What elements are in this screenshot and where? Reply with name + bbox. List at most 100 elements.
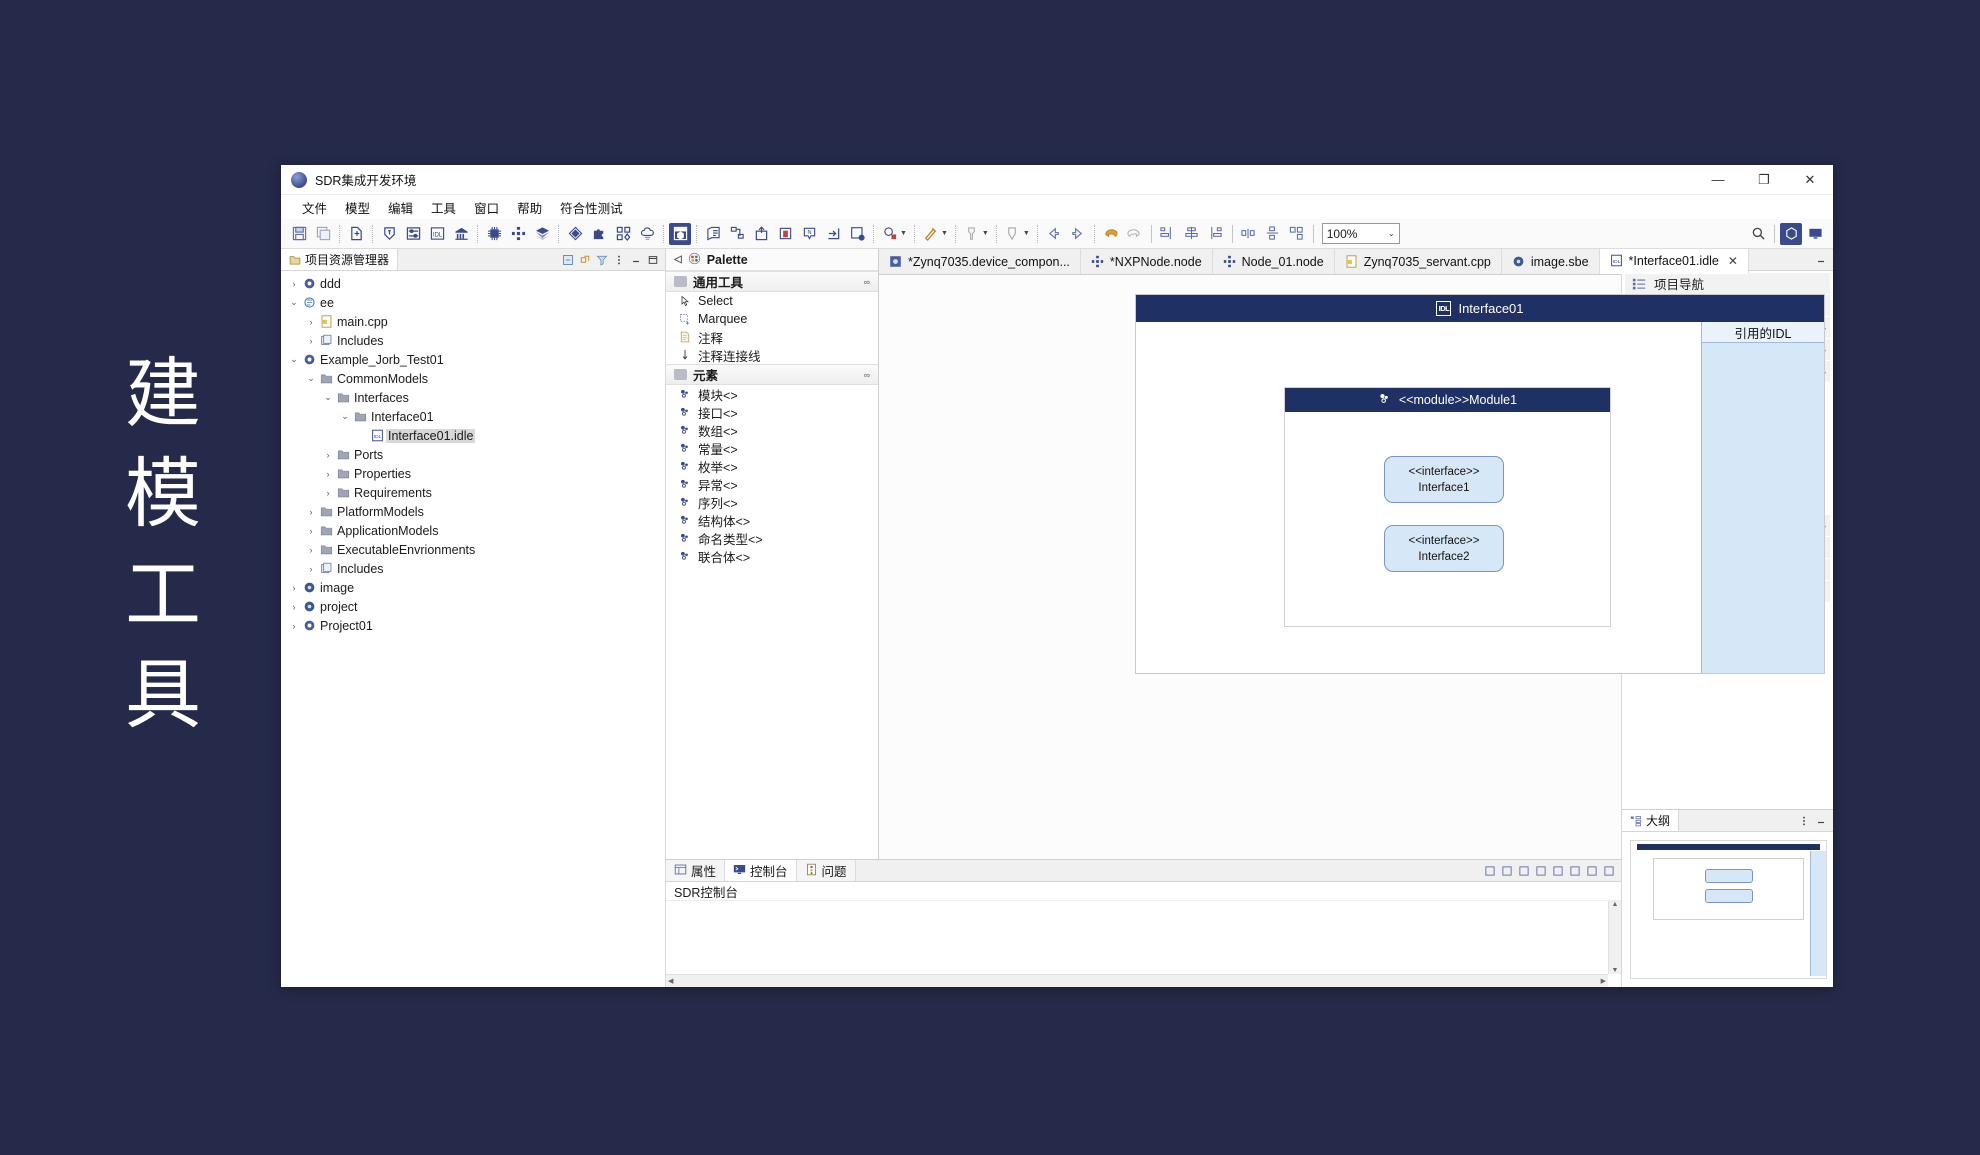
cloud-icon[interactable] — [636, 223, 658, 245]
minimize-button[interactable]: — — [1695, 165, 1741, 195]
palette-item-序列sequence[interactable]: 序列<> — [666, 493, 878, 511]
requirement-icon[interactable] — [378, 223, 400, 245]
align-center-icon[interactable] — [1181, 223, 1203, 245]
referenced-idl-panel[interactable]: 引用的IDL — [1701, 322, 1824, 673]
minimize-icon[interactable] — [1815, 815, 1827, 827]
back-icon[interactable] — [1043, 223, 1065, 245]
palette-item-命名类型typedef[interactable]: 命名类型<> — [666, 529, 878, 547]
chevron-right-icon[interactable]: › — [287, 602, 301, 612]
tree-item-properties[interactable]: ›Properties — [281, 464, 665, 483]
align-left-icon[interactable] — [1157, 223, 1179, 245]
profiler-icon[interactable] — [961, 223, 983, 245]
outline-thumbnail[interactable] — [1622, 832, 1833, 987]
node-n-icon[interactable]: N — [798, 223, 820, 245]
minimize-icon[interactable] — [630, 254, 642, 266]
palette-item-select[interactable]: Select — [666, 292, 878, 310]
save-icon[interactable] — [288, 223, 310, 245]
palette-item-异常exception[interactable]: 异常<> — [666, 475, 878, 493]
clear-console-icon[interactable] — [1484, 865, 1496, 877]
port-icon[interactable] — [450, 223, 472, 245]
perspective-icon[interactable] — [1002, 223, 1024, 245]
chevron-right-icon[interactable]: › — [321, 488, 335, 498]
interface-diagram-canvas[interactable]: IDL Interface01 引用的IDL <<module>>M — [1135, 294, 1825, 674]
palette-item-结构体struct[interactable]: 结构体<> — [666, 511, 878, 529]
bottom-tab-控制台[interactable]: 控制台 — [725, 860, 797, 881]
close-icon[interactable]: ✕ — [1728, 254, 1738, 268]
menu-item-model[interactable]: 模型 — [336, 196, 379, 219]
chevron-down-icon[interactable]: ⌄ — [287, 354, 301, 365]
maximize-icon[interactable] — [647, 254, 659, 266]
menu-item-help[interactable]: 帮助 — [508, 196, 551, 219]
tree-item-project[interactable]: ›project — [281, 597, 665, 616]
scroll-right-arrow-icon[interactable]: ▶ — [1601, 977, 1606, 985]
bottom-tab-问题[interactable]: 问题 — [797, 860, 856, 881]
tree-item-commonmodels[interactable]: ⌄CommonModels — [281, 369, 665, 388]
menu-item-file[interactable]: 文件 — [293, 196, 336, 219]
open-console-icon[interactable] — [1552, 865, 1564, 877]
tree-item-platformmodels[interactable]: ›PlatformModels — [281, 502, 665, 521]
tree-item-requirements[interactable]: ›Requirements — [281, 483, 665, 502]
tab-outline[interactable]: 大纲 — [1622, 810, 1679, 831]
minimize-icon[interactable] — [1815, 254, 1827, 266]
undo-icon[interactable] — [1100, 223, 1122, 245]
chevron-right-icon[interactable]: › — [304, 507, 318, 517]
components-icon[interactable] — [612, 223, 634, 245]
settings-icon[interactable] — [846, 223, 868, 245]
view-menu-icon[interactable] — [1798, 815, 1810, 827]
menu-item-window[interactable]: 窗口 — [465, 196, 508, 219]
filter-icon[interactable] — [596, 254, 608, 266]
layers-icon[interactable] — [531, 223, 553, 245]
search-icon[interactable] — [1747, 223, 1769, 245]
project-tree[interactable]: ›ddd⌄ee›main.cpp›Includes⌄Example_Jorb_T… — [281, 271, 665, 987]
upload-icon[interactable] — [750, 223, 772, 245]
tree-item-ports[interactable]: ›Ports — [281, 445, 665, 464]
scroll-lock-icon[interactable] — [1501, 865, 1513, 877]
console-horizontal-scrollbar[interactable]: ◀ ▶ — [666, 974, 1608, 987]
chevron-down-icon[interactable]: ⌄ — [304, 373, 318, 384]
pin-icon[interactable]: ∞ — [864, 370, 870, 380]
chevron-right-icon[interactable]: › — [304, 317, 318, 327]
tree-item-executableenvrionments[interactable]: ›ExecutableEnvrionments — [281, 540, 665, 559]
chevron-right-icon[interactable]: › — [321, 450, 335, 460]
tree-item-interface01-idle[interactable]: IDLInterface01.idle — [281, 426, 665, 445]
interface-node-1[interactable]: <<interface>> Interface1 — [1384, 456, 1504, 503]
minimize-icon[interactable] — [1586, 865, 1598, 877]
document-icon[interactable] — [702, 223, 724, 245]
palette-item-常量const[interactable]: 常量<> — [666, 439, 878, 457]
menu-item-edit[interactable]: 编辑 — [379, 196, 422, 219]
idl-icon[interactable]: IDL — [426, 223, 448, 245]
share-icon[interactable] — [726, 223, 748, 245]
chevron-down-icon[interactable]: ⌄ — [338, 411, 352, 422]
console-vertical-scrollbar[interactable]: ▲ ▼ — [1608, 901, 1621, 974]
palette-item-注释[interactable]: 注释 — [666, 328, 878, 346]
chevron-right-icon[interactable]: › — [321, 469, 335, 479]
chevron-down-icon[interactable]: ▼ — [900, 230, 907, 237]
chevron-down-icon[interactable]: ⌄ — [321, 392, 335, 403]
palette-item-注释连接线[interactable]: 注释连接线 — [666, 346, 878, 364]
bottom-tab-属性[interactable]: 属性 — [666, 860, 725, 881]
new-console-icon[interactable] — [1569, 865, 1581, 877]
interface-node-2[interactable]: <<interface>> Interface2 — [1384, 525, 1504, 572]
tree-item-ddd[interactable]: ›ddd — [281, 274, 665, 293]
palette-item-数组array[interactable]: 数组<> — [666, 421, 878, 439]
pin-icon[interactable]: ∞ — [864, 277, 870, 287]
diagram-icon[interactable] — [564, 223, 586, 245]
perspective-platform-icon[interactable] — [1804, 223, 1826, 245]
chevron-right-icon[interactable]: › — [287, 621, 301, 631]
nav-item-项目导航[interactable]: 项目导航 — [1625, 273, 1830, 295]
chevron-down-icon[interactable]: ⌄ — [1388, 229, 1395, 238]
node-icon[interactable] — [507, 223, 529, 245]
palette-item-接口interface[interactable]: 接口<> — [666, 403, 878, 421]
tree-item-applicationmodels[interactable]: ›ApplicationModels — [281, 521, 665, 540]
import-icon[interactable] — [822, 223, 844, 245]
new-file-icon[interactable] — [345, 223, 367, 245]
tree-item-includes[interactable]: ›Includes — [281, 331, 665, 350]
palette-item-marquee[interactable]: Marquee — [666, 310, 878, 328]
editor-tab-image.sbe[interactable]: image.sbe — [1502, 249, 1600, 274]
distribute-grid-icon[interactable] — [1286, 223, 1308, 245]
tree-item-example-jorb-test01[interactable]: ⌄Example_Jorb_Test01 — [281, 350, 665, 369]
chevron-right-icon[interactable]: › — [304, 526, 318, 536]
module-node[interactable]: <<module>>Module1 <<interface>> Interfac… — [1284, 387, 1611, 627]
chevron-down-icon[interactable]: ▼ — [982, 230, 989, 237]
scroll-left-arrow-icon[interactable]: ◀ — [668, 977, 673, 985]
